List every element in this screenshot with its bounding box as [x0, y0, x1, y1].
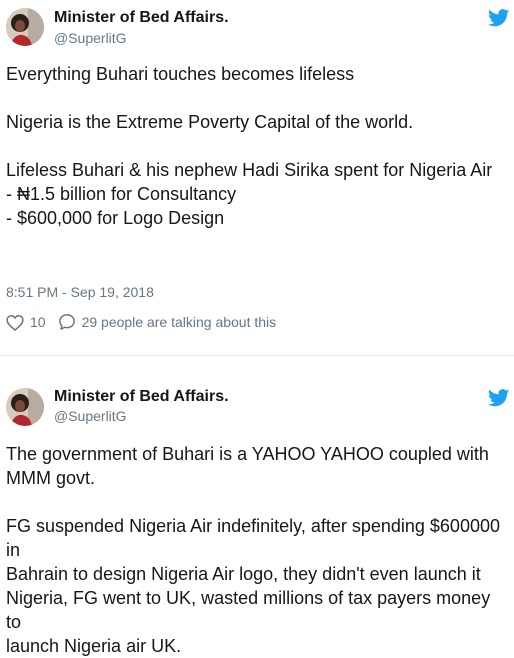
twitter-bird-icon[interactable] [488, 389, 510, 407]
reply-button[interactable]: 29 people are talking about this [58, 313, 277, 331]
tweet-actions: 10 29 people are talking about this [6, 313, 276, 331]
tweet-line: Everything Buhari touches becomes lifele… [6, 64, 355, 84]
tweet-line: Nigeria, FG went to UK, wasted millions … [6, 588, 491, 632]
heart-icon [6, 314, 24, 331]
tweet-line: - $600,000 for Logo Design [6, 208, 225, 228]
tweet-line: FG suspended Nigeria Air indefinitely, a… [6, 516, 500, 560]
tweet-line: launch Nigeria air UK. [6, 636, 182, 656]
tweet-line: Bahrain to design Nigeria Air logo, they… [6, 564, 481, 584]
tweet-card: Minister of Bed Affairs. @SuperlitG The … [0, 380, 514, 656]
twitter-bird-icon[interactable] [488, 9, 510, 27]
author-handle[interactable]: @SuperlitG [54, 30, 127, 46]
author-avatar[interactable] [6, 388, 44, 426]
tweet-line: Lifeless Buhari & his nephew Hadi Sirika… [6, 160, 493, 180]
tweet-timestamp[interactable]: 8:51 PM - Sep 19, 2018 [6, 284, 154, 300]
author-name[interactable]: Minister of Bed Affairs. [54, 388, 229, 406]
author-name[interactable]: Minister of Bed Affairs. [54, 9, 229, 27]
talking-count: 29 people are talking about this [81, 314, 277, 330]
tweet-text: Everything Buhari touches becomes lifele… [6, 62, 506, 230]
tweet-line: MMM govt. [6, 468, 96, 488]
speech-bubble-icon [58, 313, 76, 331]
tweet-line: - ₦1.5 billion for Consultancy [6, 184, 237, 204]
author-avatar[interactable] [6, 8, 44, 46]
like-count: 10 [30, 314, 46, 330]
tweet-card: Minister of Bed Affairs. @SuperlitG Ever… [0, 0, 514, 343]
author-handle[interactable]: @SuperlitG [54, 408, 127, 424]
tweet-divider [0, 355, 514, 356]
like-button[interactable]: 10 [6, 314, 58, 331]
tweet-line: Nigeria is the Extreme Poverty Capital o… [6, 112, 414, 132]
tweet-text: The government of Buhari is a YAHOO YAHO… [6, 442, 506, 658]
tweet-line: The government of Buhari is a YAHOO YAHO… [6, 444, 489, 464]
